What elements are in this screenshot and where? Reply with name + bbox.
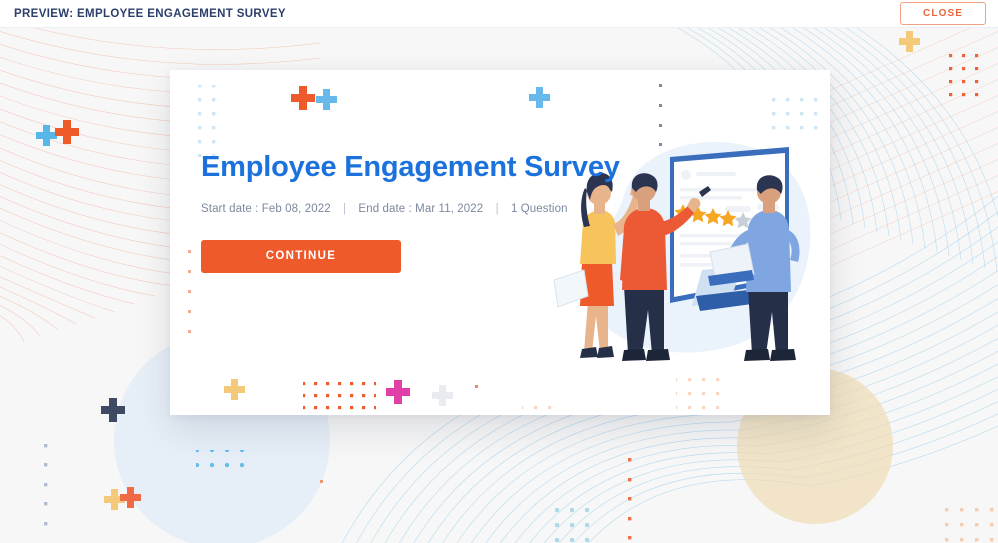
meta-separator-2: | — [495, 202, 499, 215]
question-count-label: 1 Question — [510, 202, 568, 215]
preview-screen: PREVIEW: EMPLOYEE ENGAGEMENT SURVEY CLOS… — [0, 0, 998, 543]
continue-button[interactable]: CONTINUE — [201, 239, 401, 273]
end-date-label: End date : Mar 11, 2022 — [358, 202, 484, 215]
close-button[interactable]: CLOSE — [900, 2, 986, 25]
survey-title: Employee Engagement Survey — [201, 151, 620, 183]
start-date-label: Start date : Feb 08, 2022 — [201, 202, 331, 215]
meta-separator-1: | — [343, 202, 347, 215]
survey-preview-card: Employee Engagement Survey Start date : … — [170, 70, 830, 415]
preview-header-bar: PREVIEW: EMPLOYEE ENGAGEMENT SURVEY CLOS… — [0, 0, 998, 28]
card-content: Employee Engagement Survey Start date : … — [201, 151, 620, 273]
survey-meta-row: Start date : Feb 08, 2022 | End date : M… — [201, 203, 581, 215]
page-title: PREVIEW: EMPLOYEE ENGAGEMENT SURVEY — [14, 7, 286, 20]
